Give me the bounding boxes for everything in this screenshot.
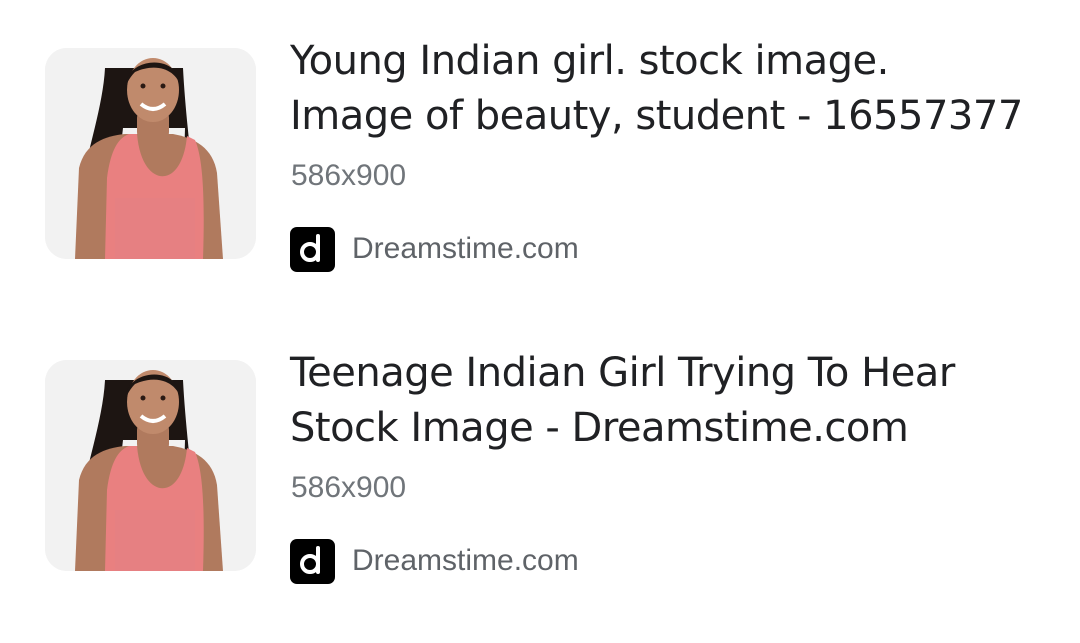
dreamstime-logo-icon	[290, 538, 335, 584]
result-thumbnail[interactable]	[45, 48, 256, 259]
image-dimensions: 586x900	[291, 471, 407, 504]
result-source[interactable]: Dreamstime.com	[290, 226, 579, 272]
result-title-line-1[interactable]: Teenage Indian Girl Trying To Hear	[290, 350, 955, 396]
result-thumbnail[interactable]	[45, 360, 256, 571]
woman-pink-top-photo	[45, 360, 256, 571]
search-result[interactable]: Teenage Indian Girl Trying To Hear Stock…	[0, 312, 1080, 624]
woman-pink-top-photo	[45, 48, 256, 259]
search-result[interactable]: Young Indian girl. stock image. Image of…	[0, 0, 1080, 312]
result-title[interactable]: Young Indian girl. stock image. Image of…	[290, 34, 1060, 144]
dreamstime-logo-icon	[290, 226, 335, 272]
result-title-line-2[interactable]: Image of beauty, student - 16557377	[290, 93, 1023, 139]
result-title[interactable]: Teenage Indian Girl Trying To Hear Stock…	[290, 346, 1060, 456]
source-name[interactable]: Dreamstime.com	[352, 538, 579, 584]
result-title-line-2[interactable]: Stock Image - Dreamstime.com	[290, 405, 909, 451]
result-title-line-1[interactable]: Young Indian girl. stock image.	[290, 38, 889, 84]
source-name[interactable]: Dreamstime.com	[352, 226, 579, 272]
image-dimensions: 586x900	[291, 159, 407, 192]
result-source[interactable]: Dreamstime.com	[290, 538, 579, 584]
